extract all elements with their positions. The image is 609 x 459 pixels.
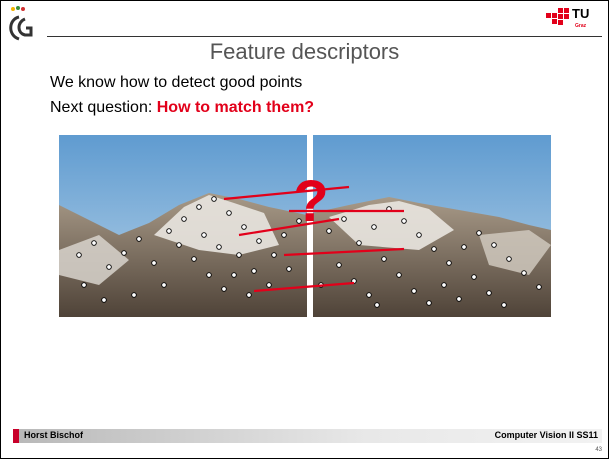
text-line-1: We know how to detect good points xyxy=(50,74,303,91)
slide: TU Graz Feature descriptors We know how … xyxy=(0,0,609,459)
right-photo xyxy=(313,135,551,317)
icg-logo-icon xyxy=(9,6,33,41)
text-line-2-emphasis: How to match them? xyxy=(156,99,315,116)
text-line-2: Next question: How to match them? xyxy=(50,99,314,117)
footer-accent xyxy=(13,429,19,443)
footer-course: Computer Vision II SS11 xyxy=(494,430,598,440)
mountain-matching-figure: ? xyxy=(59,135,551,317)
page-number: 43 xyxy=(595,447,602,453)
tu-logo-text: TU xyxy=(572,6,590,21)
header-divider xyxy=(47,36,602,37)
text-line-2-prefix: Next question: xyxy=(50,99,157,116)
tu-logo-subtext: Graz xyxy=(575,23,587,29)
footer-author: Horst Bischof xyxy=(24,430,84,440)
slide-title: Feature descriptors xyxy=(209,39,400,64)
question-mark: ? xyxy=(293,169,328,234)
